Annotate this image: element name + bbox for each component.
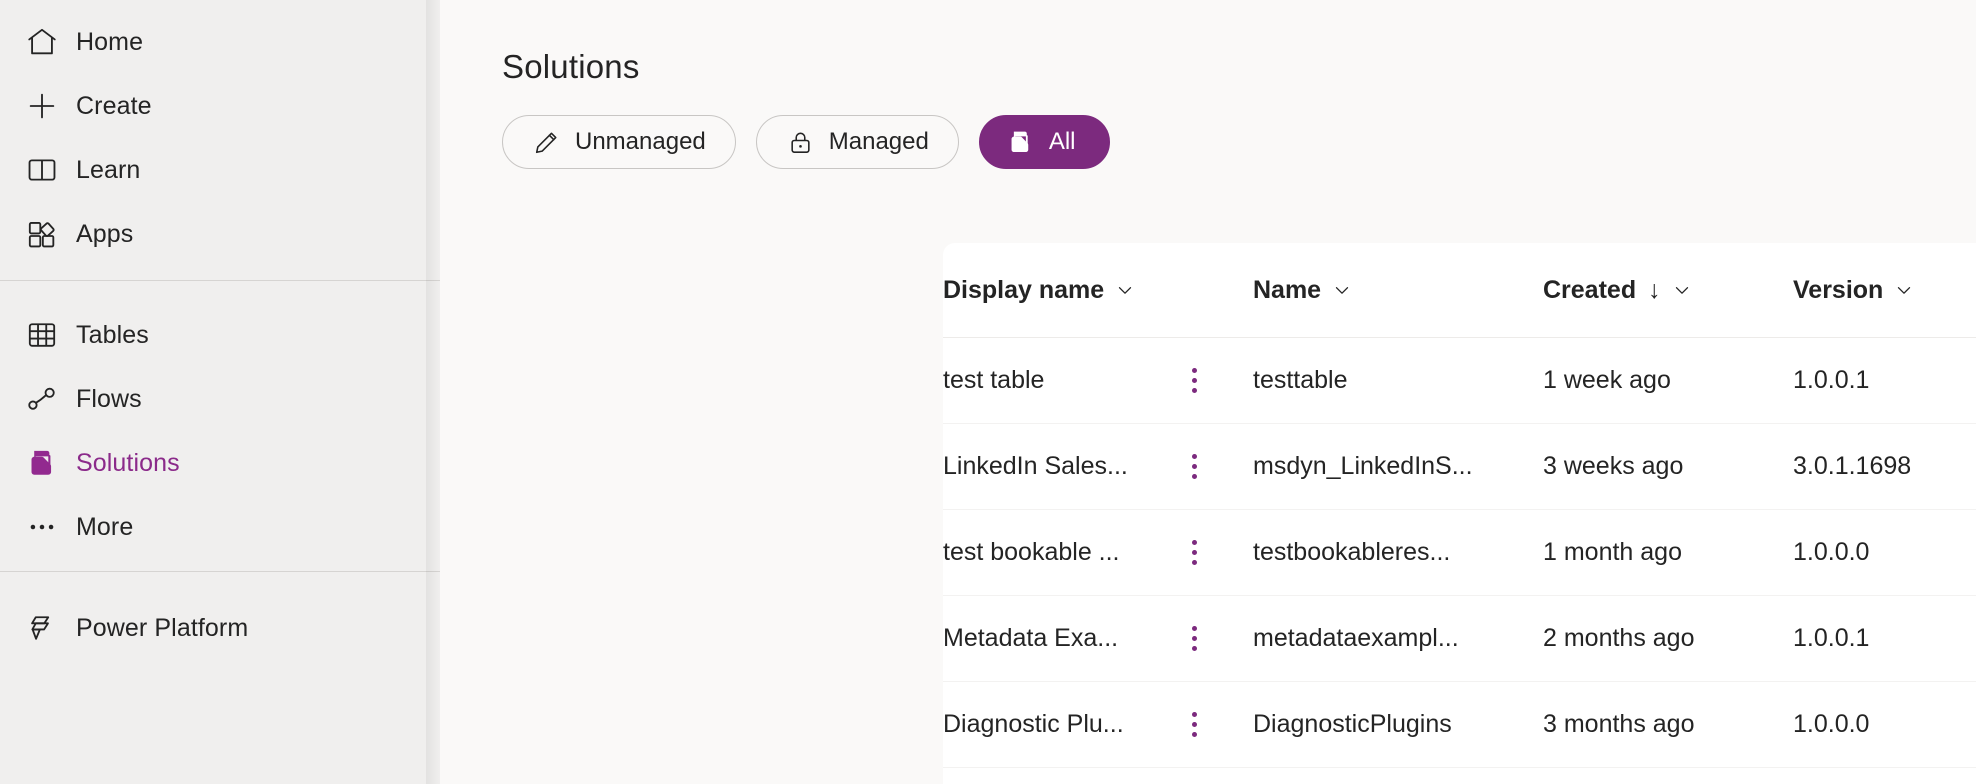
sidebar-item-home[interactable]: Home [0,10,440,74]
table-row[interactable]: test bookable ... testbookableres... 1 m… [943,509,1976,596]
table-row[interactable]: test table testtable 1 week ago 1.0.0.1 … [943,337,1976,424]
pencil-icon [532,128,561,157]
solutions-icon [14,446,70,480]
cell-version: 1.0.0.0 [1793,509,1976,596]
book-icon [14,153,70,187]
cell-display-name[interactable]: Diagnostic Plu... [943,681,1253,768]
cell-created: 3 months ago [1543,681,1793,768]
solution-display-name[interactable]: test bookable ... [943,538,1120,567]
sidebar-item-label: Apps [76,220,134,248]
row-more-options-icon[interactable] [1182,706,1207,743]
sidebar-item-label: Flows [76,385,142,413]
main-content: Solutions Unmanaged Managed All Display … [440,0,1976,784]
sidebar-item-label: Home [76,28,144,56]
table-body: test table testtable 1 week ago 1.0.0.1 … [943,337,1976,768]
sidebar-item-label: Learn [76,156,141,184]
table-header-row: Display name Name Created ↓ Version [943,243,1976,338]
filter-unmanaged-label: Unmanaged [575,128,706,155]
cell-name: metadataexampl... [1253,595,1543,682]
plus-icon [14,89,70,123]
sidebar-item-apps[interactable]: Apps [0,202,440,266]
row-more-options-icon[interactable] [1182,620,1207,657]
column-header-created[interactable]: Created ↓ [1543,243,1793,338]
filter-all-label: All [1048,128,1076,155]
cell-display-name[interactable]: LinkedIn Sales... [943,423,1253,510]
page-title: Solutions [502,48,640,85]
sidebar-secondary-group: Tables Flows Solutions More [0,280,440,559]
column-header-label: Display name [943,275,1105,304]
cell-name: testtable [1253,337,1543,424]
cell-name: testbookableres... [1253,509,1543,596]
column-header-version[interactable]: Version [1793,243,1976,338]
solution-display-name[interactable]: Metadata Exa... [943,624,1118,653]
row-more-options-icon[interactable] [1182,534,1207,571]
sidebar-item-label: More [76,513,134,541]
column-header-display-name[interactable]: Display name [943,243,1253,338]
sidebar-item-more[interactable]: More [0,495,440,559]
sidebar-item-solutions[interactable]: Solutions [0,431,440,495]
sidebar-item-label: Solutions [76,449,180,477]
flows-icon [14,382,70,416]
filter-managed-label: Managed [828,128,929,155]
sidebar: Home Create Learn Apps Tables Flows Solu… [0,0,440,784]
sidebar-item-learn[interactable]: Learn [0,138,440,202]
table-row[interactable]: Metadata Exa... metadataexampl... 2 mont… [943,595,1976,682]
table-grid-icon [14,318,70,352]
sidebar-item-flows[interactable]: Flows [0,367,440,431]
row-more-options-icon[interactable] [1182,362,1207,399]
filter-unmanaged-button[interactable]: Unmanaged [502,115,736,169]
power-platform-icon [14,611,70,645]
sidebar-bottom-group: Power Platform [0,571,440,660]
cell-display-name[interactable]: test table [943,337,1253,424]
cell-name: DiagnosticPlugins [1253,681,1543,768]
cell-version: 1.0.0.1 [1793,595,1976,682]
filter-all-button[interactable]: All [978,115,1110,169]
sidebar-item-create[interactable]: Create [0,74,440,138]
chevron-down-icon[interactable] [1331,279,1353,301]
cell-created: 2 months ago [1543,595,1793,682]
filter-bar: Unmanaged Managed All [440,86,1976,169]
sort-descending-icon: ↓ [1648,275,1661,304]
cell-created: 3 weeks ago [1543,423,1793,510]
column-header-label: Created [1543,275,1637,304]
cell-version: 1.0.0.1 [1793,337,1976,424]
table-header: Display name Name Created ↓ Version [943,243,1976,338]
cell-display-name[interactable]: Metadata Exa... [943,595,1253,682]
chevron-down-icon[interactable] [1671,279,1693,301]
sidebar-item-label: Power Platform [76,614,249,642]
cell-version: 1.0.0.0 [1793,681,1976,768]
sidebar-item-power-platform[interactable]: Power Platform [0,596,440,660]
cell-created: 1 week ago [1543,337,1793,424]
apps-icon [14,217,70,251]
table-row[interactable]: LinkedIn Sales... msdyn_LinkedInS... 3 w… [943,423,1976,510]
chevron-down-icon[interactable] [1893,279,1915,301]
cell-display-name[interactable]: test bookable ... [943,509,1253,596]
table-row[interactable]: Diagnostic Plu... DiagnosticPlugins 3 mo… [943,681,1976,768]
sidebar-item-label: Tables [76,321,149,349]
solution-display-name[interactable]: test table [943,366,1044,395]
lock-icon [786,128,815,157]
solutions-table: Display name Name Created ↓ Version test… [943,243,1976,768]
solution-display-name[interactable]: Diagnostic Plu... [943,710,1124,739]
solutions-icon [1006,128,1035,157]
app-root: Home Create Learn Apps Tables Flows Solu… [0,0,1976,784]
sidebar-primary-group: Home Create Learn Apps [0,0,440,266]
solutions-table-card: Display name Name Created ↓ Version test… [943,243,1976,784]
solution-display-name[interactable]: LinkedIn Sales... [943,452,1128,481]
filter-managed-button[interactable]: Managed [755,115,959,169]
column-header-name[interactable]: Name [1253,243,1543,338]
column-header-label: Version [1793,275,1884,304]
row-more-options-icon[interactable] [1182,448,1207,485]
cell-created: 1 month ago [1543,509,1793,596]
cell-version: 3.0.1.1698 [1793,423,1976,510]
cell-name: msdyn_LinkedInS... [1253,423,1543,510]
column-header-label: Name [1253,275,1322,304]
chevron-down-icon[interactable] [1114,279,1136,301]
sidebar-item-label: Create [76,92,152,120]
home-icon [14,25,70,59]
sidebar-item-tables[interactable]: Tables [0,303,440,367]
ellipsis-icon [14,510,70,544]
